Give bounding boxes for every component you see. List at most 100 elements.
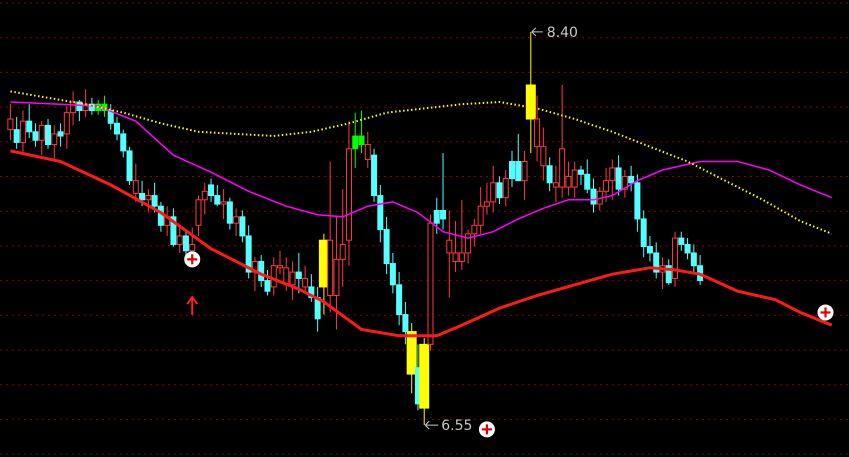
candle-body <box>433 209 440 224</box>
candle-body <box>458 252 465 262</box>
candle-body <box>546 165 553 184</box>
candle-body <box>452 252 459 262</box>
candle-body <box>7 118 14 131</box>
candle-body <box>590 188 597 205</box>
candle-body <box>540 146 547 167</box>
candle-body <box>358 135 365 146</box>
candle-body <box>525 84 536 120</box>
candle-body <box>678 237 685 245</box>
candle-body <box>26 120 33 133</box>
candle-body <box>126 150 133 182</box>
candle-body <box>477 205 484 226</box>
candle-body <box>640 218 647 248</box>
candle-body <box>352 135 359 150</box>
candle <box>427 214 434 351</box>
candle-body <box>534 118 541 148</box>
candle-body <box>672 237 679 279</box>
candle-body <box>364 144 371 160</box>
candle-body <box>402 314 409 333</box>
candle <box>371 148 378 202</box>
candle-body <box>189 243 196 252</box>
candle-body <box>214 195 221 205</box>
candle-body <box>270 265 277 288</box>
candle-body <box>509 161 515 180</box>
candle <box>126 146 133 185</box>
candle-body <box>577 169 584 175</box>
candle-body <box>465 233 472 254</box>
plus-circle-icon <box>478 421 495 438</box>
candle-body <box>446 239 453 254</box>
candle-body <box>113 122 120 135</box>
high-price-label: 8.40 <box>547 25 578 41</box>
candle-body <box>565 175 572 188</box>
candle-body <box>120 133 127 152</box>
candle-body <box>277 265 284 269</box>
candle <box>672 231 679 287</box>
candle-body <box>406 331 417 375</box>
candle-body <box>233 216 240 224</box>
candle-body <box>345 148 352 241</box>
candle-body <box>264 280 271 292</box>
candle-body <box>13 129 20 143</box>
candle-body <box>559 148 566 188</box>
candle-body <box>515 161 522 182</box>
candle-body <box>38 124 45 141</box>
candle-body <box>483 201 490 207</box>
candle-body <box>201 190 208 201</box>
candle-body <box>226 201 233 224</box>
candle-body <box>258 260 265 282</box>
candle-body <box>220 201 227 205</box>
candle-body <box>383 229 390 265</box>
candle-body <box>239 216 246 237</box>
candle-body <box>427 222 434 345</box>
candle-body <box>63 112 70 135</box>
candle-body <box>208 184 215 197</box>
candle-body <box>646 246 653 254</box>
candle-body <box>690 252 697 267</box>
candle-body <box>145 195 152 201</box>
candle-body <box>377 195 384 231</box>
candle-body <box>684 243 691 254</box>
candle-body <box>521 161 528 182</box>
candle-body <box>318 239 329 288</box>
candle-body <box>552 182 559 188</box>
candle-body <box>389 263 396 286</box>
low-price-label: 6.55 <box>441 418 472 434</box>
candle-body <box>139 192 146 201</box>
candle-body <box>151 195 158 207</box>
candle-body <box>584 173 591 190</box>
candle-body <box>51 133 58 146</box>
candle-body <box>45 124 52 146</box>
candle-body <box>634 182 641 220</box>
candle-body <box>32 131 39 141</box>
candlestick-chart: 8.40 6.55 <box>0 0 849 457</box>
candle-body <box>289 271 296 286</box>
plus-circle-icon <box>817 304 834 321</box>
candle-body <box>609 167 616 182</box>
candle-body <box>603 180 610 192</box>
candle-body <box>295 271 302 279</box>
plus-circle-icon <box>184 251 201 268</box>
candle-body <box>502 178 509 199</box>
candle-body <box>157 205 164 226</box>
candle-body <box>490 182 497 203</box>
candle-body <box>176 235 183 245</box>
candle-body <box>182 235 189 252</box>
candle-body <box>327 239 334 296</box>
candle-body <box>339 243 346 260</box>
candle-body <box>496 182 503 199</box>
candle-body <box>333 258 340 296</box>
candle-body <box>70 101 77 114</box>
candle-body <box>471 224 478 235</box>
candle-body <box>440 209 447 220</box>
candle-body <box>628 175 635 184</box>
candle-body <box>132 180 139 194</box>
candle-body <box>19 120 26 143</box>
candle-body <box>419 343 430 409</box>
candle-body <box>57 131 64 137</box>
candle-body <box>302 277 309 288</box>
candle-body <box>615 167 622 190</box>
candle-body <box>195 199 202 226</box>
candle-body <box>371 154 378 197</box>
candle-body <box>571 169 578 188</box>
